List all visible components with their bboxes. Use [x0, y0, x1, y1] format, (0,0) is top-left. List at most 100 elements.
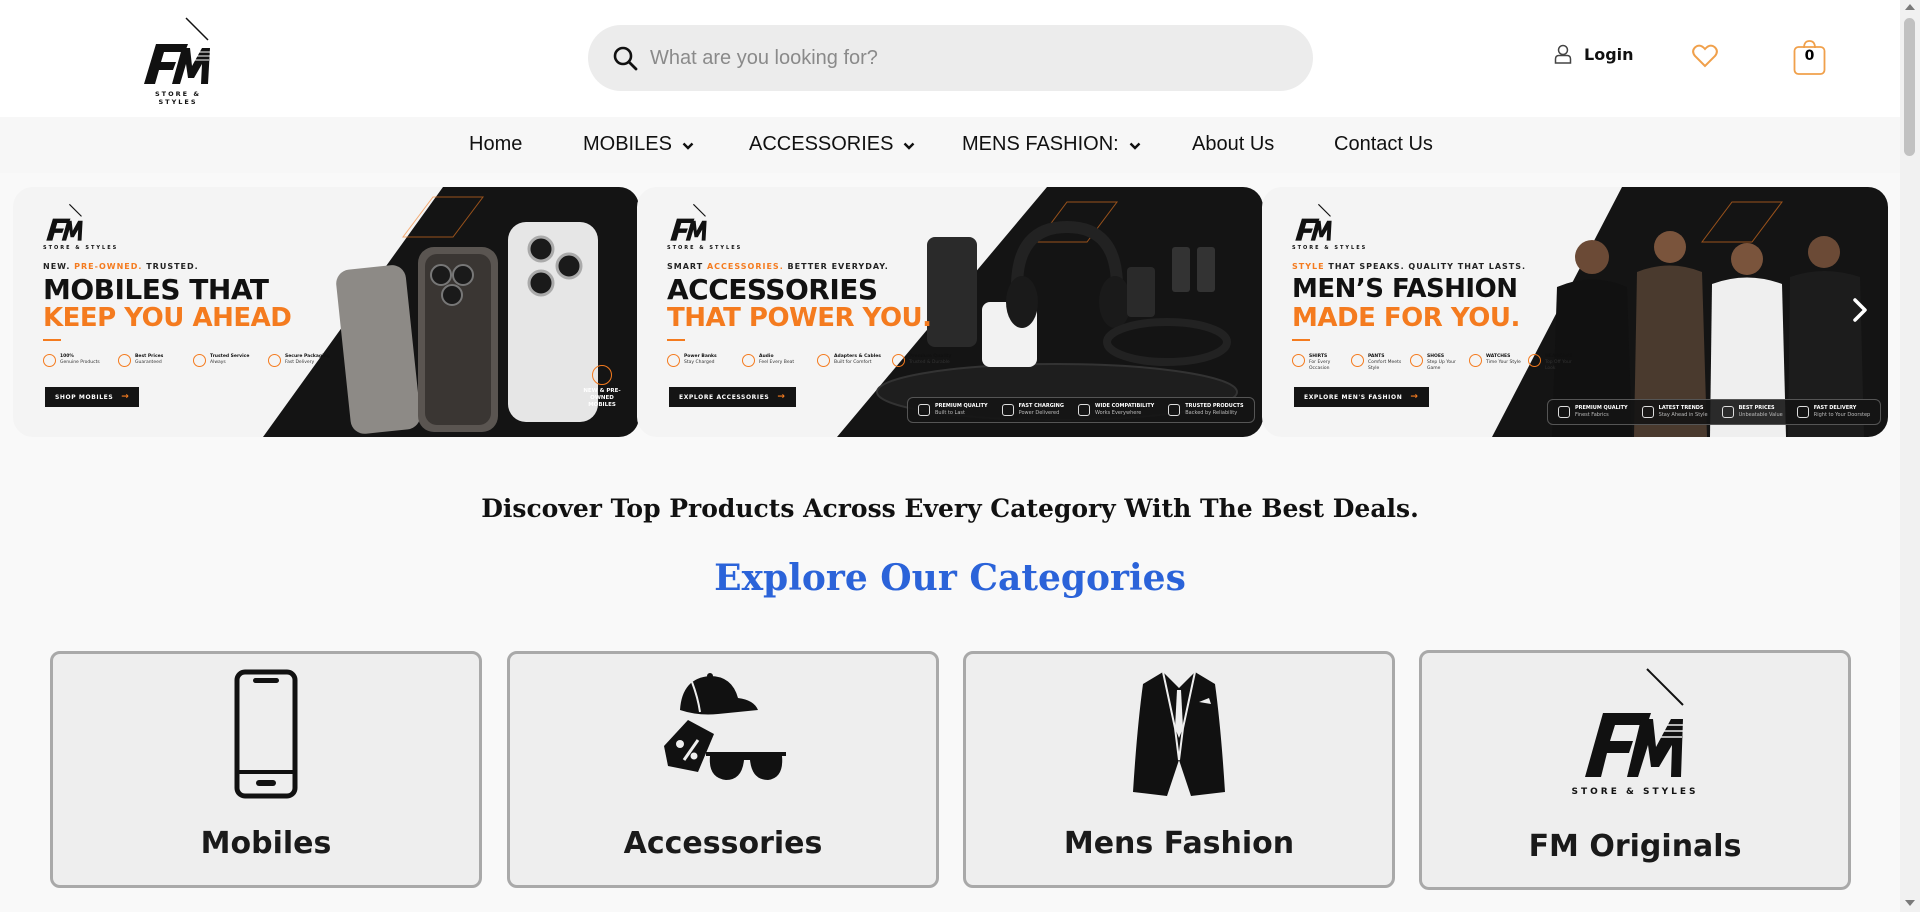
tshirt-icon: [1641, 406, 1654, 418]
nav-item-about-us[interactable]: About Us: [1192, 133, 1274, 156]
search-input[interactable]: [650, 38, 1270, 78]
category-label: Mobiles: [200, 826, 332, 861]
banner-accessories[interactable]: STORE & STYLES SMART ACCESSORIES. BETTER…: [637, 187, 1263, 437]
feature-item: Adapters & Cables Built for Comfort: [817, 354, 882, 367]
wishlist-heart-icon[interactable]: [1692, 44, 1718, 68]
banner-feature-strip: PREMIUM QUALITY Built to Last FAST CHARGI…: [907, 397, 1255, 423]
brand-tagline: STORE & STYLES: [154, 90, 202, 106]
banner-tagline: SMART ACCESSORIES. BETTER EVERYDAY.: [667, 262, 889, 271]
tag-icon: [1721, 406, 1734, 418]
strip-sub: Stay Ahead in Style: [1658, 412, 1708, 418]
search-icon[interactable]: [612, 45, 638, 71]
page-scrollbar[interactable]: [1900, 0, 1920, 912]
deals-tagline: Discover Top Products Across Every Categ…: [481, 494, 1419, 523]
feature-sub: Time Your Style: [1486, 360, 1521, 365]
banner-tagline: NEW. PRE-OWNED. TRUSTED.: [43, 262, 199, 271]
category-card-mens-fashion[interactable]: Mens Fashion: [963, 651, 1395, 888]
scrollbar-thumb[interactable]: [1904, 18, 1915, 156]
banner-brand-tagline: STORE & STYLES: [43, 245, 119, 251]
suit-jacket-icon: [1133, 671, 1225, 796]
scroll-down-arrow-icon[interactable]: [1905, 900, 1915, 906]
category-icon: [53, 668, 479, 800]
strip-title: PREMIUM QUALITY: [935, 403, 988, 409]
category-card-mobiles[interactable]: Mobiles: [50, 651, 482, 888]
shield-icon: [43, 354, 56, 367]
headset-icon: [193, 354, 206, 367]
feature-sub: Stay Charged: [684, 360, 715, 365]
shield-icon: [1558, 406, 1570, 418]
badge-label: NEW & PRE-OWNED MOBILES: [583, 388, 621, 408]
tag-part-accent: PRE-OWNED.: [74, 262, 143, 271]
strip-title: FAST CHARGING: [1018, 403, 1064, 409]
tag-part: QUALITY THAT LASTS.: [1408, 262, 1527, 271]
nav-item-mobiles[interactable]: MOBILES: [583, 133, 694, 156]
tag-part: BETTER EVERYDAY.: [783, 262, 889, 271]
tag-part-accent: STYLE: [1292, 262, 1325, 271]
banner-heading: MOBILES THAT: [43, 273, 269, 306]
strip-sub: Unbeatable Value: [1738, 412, 1783, 418]
scroll-up-arrow-icon[interactable]: [1905, 4, 1915, 10]
strip-item: FAST DELIVERY Right to Your Doorstep: [1796, 405, 1871, 419]
explore-accessories-button[interactable]: EXPLORE ACCESSORIES →: [669, 387, 796, 407]
category-label: FM Originals: [1528, 829, 1742, 864]
strip-item: TRUSTED PRODUCTS Backed by Reliability: [1168, 403, 1244, 417]
feature-sub: Comfort Meets Style: [1368, 360, 1402, 371]
phone-icon: [592, 365, 612, 385]
nav-label: About Us: [1192, 133, 1275, 155]
category-icon: [510, 668, 936, 800]
nav-item-home[interactable]: Home: [469, 133, 522, 156]
nav-label: Home: [469, 133, 523, 155]
fm-logo-icon: [1295, 203, 1332, 241]
strip-title: BEST PRICES: [1738, 405, 1775, 411]
cta-label: EXPLORE MEN'S FASHION: [1304, 393, 1403, 401]
category-label: Accessories: [623, 826, 823, 861]
nav-item-contact-us[interactable]: Contact Us: [1334, 133, 1433, 156]
banner-heading-accent: THAT POWER YOU.: [667, 303, 932, 333]
strip-item: BEST PRICES Unbeatable Value: [1721, 405, 1783, 419]
strip-item: LATEST TRENDS Stay Ahead in Style: [1641, 405, 1708, 419]
strip-sub: Works Everywhere: [1094, 410, 1142, 416]
package-icon: [268, 354, 281, 367]
explore-mens-fashion-button[interactable]: EXPLORE MEN'S FASHION →: [1294, 387, 1429, 407]
category-card-accessories[interactable]: Accessories: [507, 651, 939, 888]
nav-item-accessories[interactable]: ACCESSORIES: [749, 133, 915, 156]
feature-item: Best Prices Guaranteed: [118, 354, 183, 367]
shop-mobiles-button[interactable]: SHOP MOBILES →: [45, 387, 140, 407]
cta-label: SHOP MOBILES: [55, 393, 114, 401]
banner-features: 100% Genuine Products Best Prices Guarante…: [43, 354, 333, 367]
banner-mobiles[interactable]: STORE & STYLES NEW. PRE-OWNED. TRUSTED. …: [13, 187, 639, 437]
strip-item: PREMIUM QUALITY Built to Last: [918, 403, 988, 417]
feature-sub: Genuine Products: [60, 360, 100, 365]
strip-sub: Built to Last: [935, 410, 965, 416]
feature-item: Secure Packaging Fast Delivery: [268, 354, 333, 367]
category-card-fm-originals[interactable]: STORE & STYLES FM Originals: [1419, 650, 1851, 890]
battery-icon: [667, 354, 680, 367]
strip-sub: Power Delivered: [1018, 410, 1060, 416]
strip-sub: Right to Your Doorstep: [1813, 412, 1871, 418]
banner-features: Power Banks Stay Charged Audio Feel Every …: [667, 354, 957, 367]
arrow-right-icon: →: [1410, 392, 1419, 402]
banner-heading-accent: MADE FOR YOU.: [1292, 303, 1520, 333]
banner-mens-fashion[interactable]: STORE & STYLES STYLE THAT SPEAKS. QUALIT…: [1262, 187, 1888, 437]
strip-item: PREMIUM QUALITY Finest Fabrics: [1558, 405, 1628, 419]
fm-logo[interactable]: STORE & STYLES: [138, 16, 218, 106]
categories-title: Explore Our Categories: [714, 557, 1186, 599]
login-link[interactable]: Login: [1554, 44, 1634, 64]
feature-item: PANTS Comfort Meets Style: [1351, 354, 1404, 372]
carousel-next-arrow-icon[interactable]: [1846, 296, 1874, 324]
cart-button[interactable]: 0: [1793, 38, 1826, 76]
feature-sub: Top Off Your Look: [1545, 360, 1572, 371]
headphones-icon: [742, 354, 755, 367]
nav-item-mens-fashion[interactable]: MENS FASHION:: [962, 133, 1141, 156]
banner-heading: ACCESSORIES: [667, 273, 878, 306]
cap-icon: [1528, 354, 1541, 367]
nav-label: Contact Us: [1334, 133, 1433, 155]
plug-icon: [1077, 404, 1090, 416]
shield-check-icon: [892, 354, 905, 367]
search-bar[interactable]: [588, 25, 1313, 91]
feature-item: Trusted Service Always: [193, 354, 258, 367]
strip-title: FAST DELIVERY: [1813, 405, 1857, 411]
shoe-icon: [1410, 354, 1423, 367]
feature-item: Audio Feel Every Beat: [742, 354, 807, 367]
main-nav: Home MOBILES ACCESSORIES MENS FASHION: A…: [0, 117, 1900, 173]
